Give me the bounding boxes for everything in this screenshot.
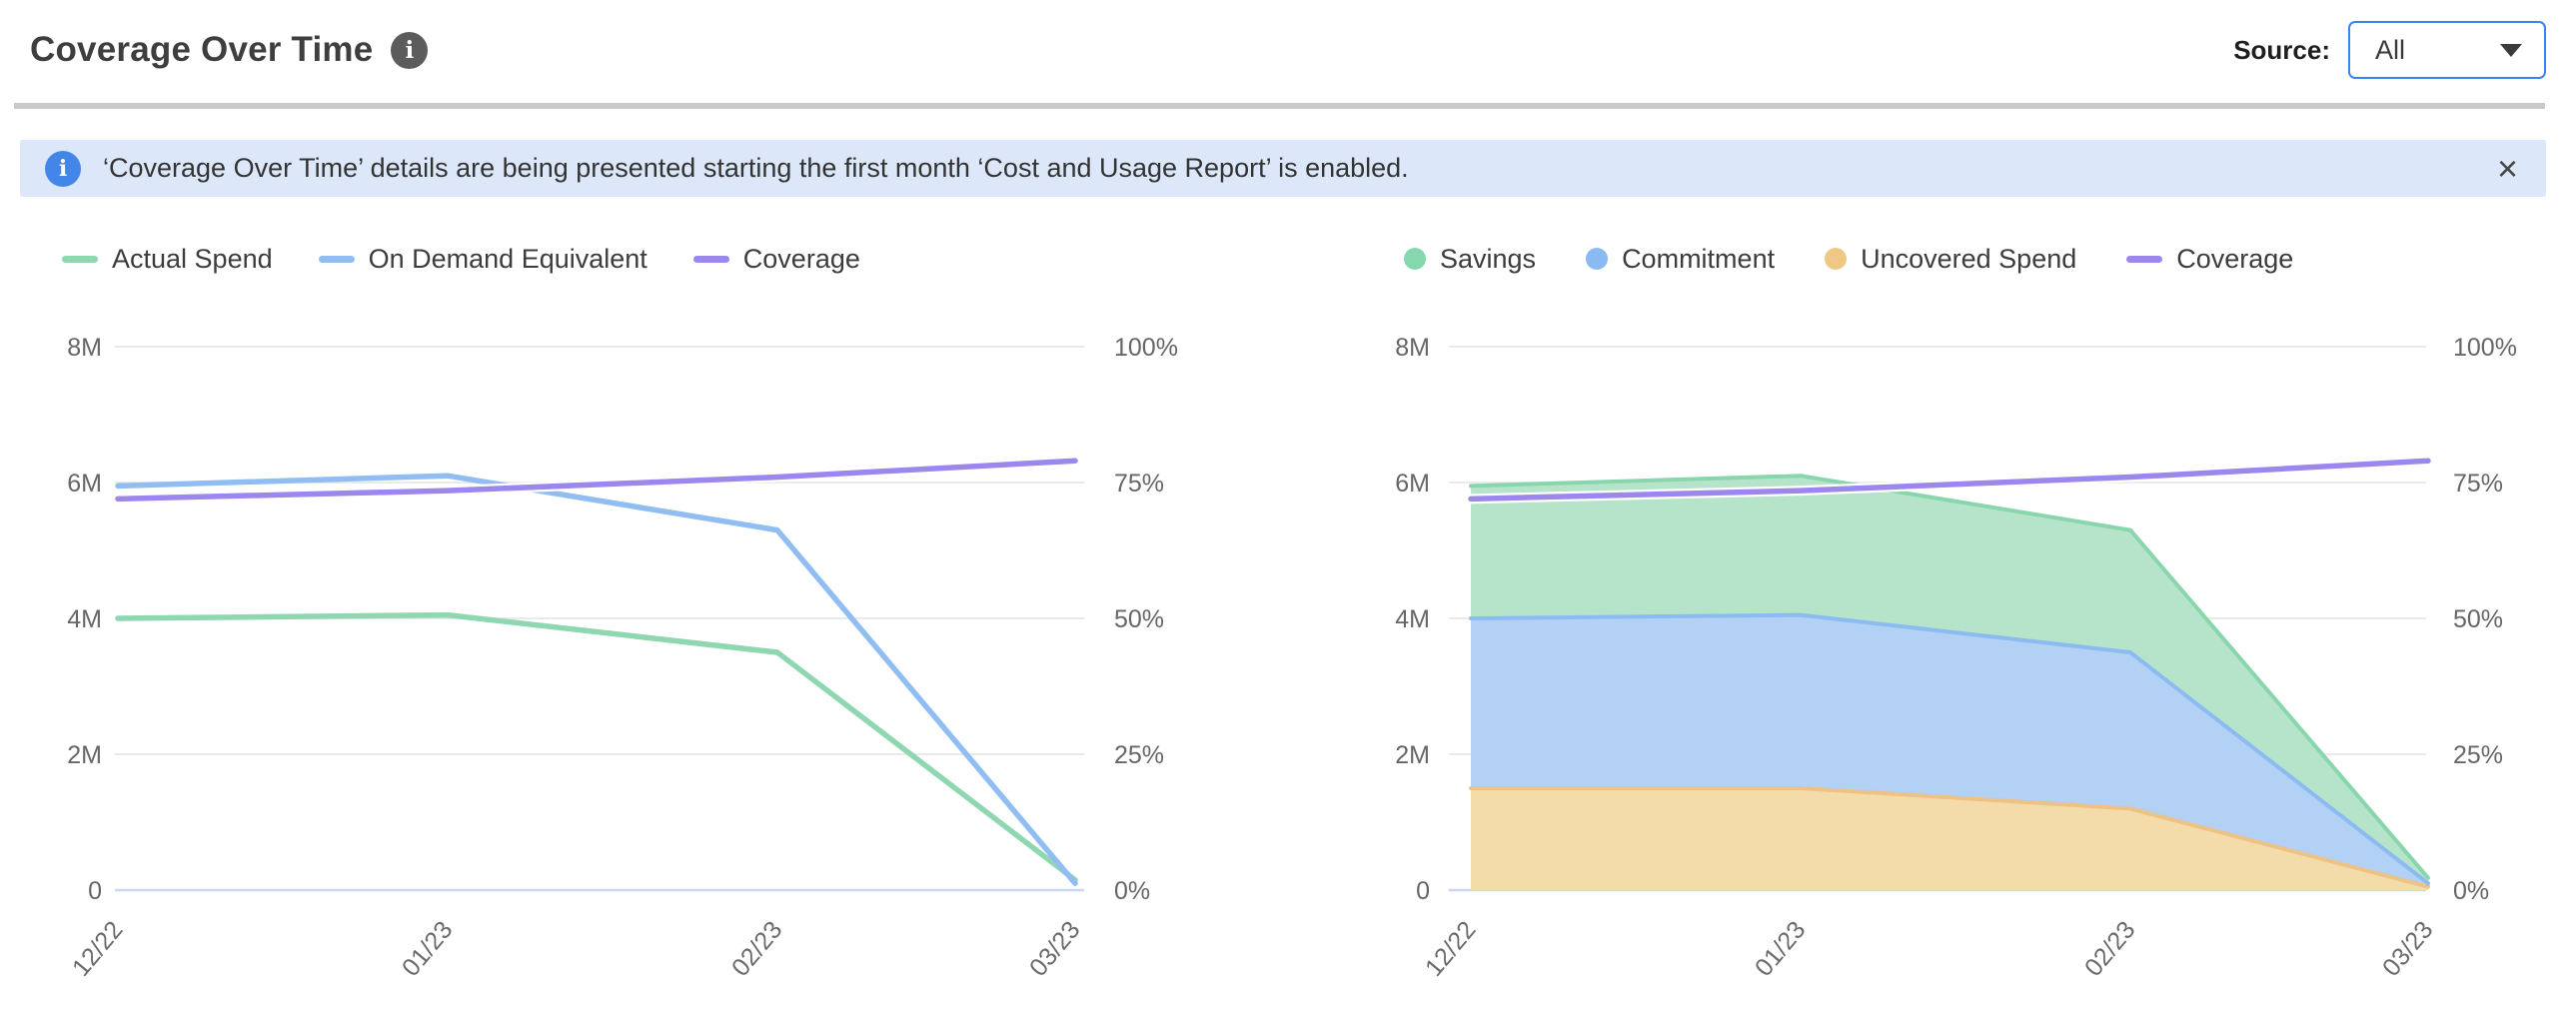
chevron-down-icon bbox=[2500, 44, 2522, 57]
legend-item-coverage[interactable]: Coverage bbox=[693, 244, 860, 275]
banner-close-button[interactable]: × bbox=[2497, 151, 2518, 187]
legend-label: Savings bbox=[1440, 244, 1536, 275]
coverage-area-chart[interactable]: 8M 100% 6M 75% 4M 50% 2M 25% 0 0% 12/22 01/23 02/23 0… bbox=[1374, 320, 2576, 1015]
source-dropdown[interactable]: All bbox=[2348, 21, 2546, 79]
title-group: Coverage Over Time i bbox=[30, 30, 428, 70]
x-axis-tick: 03/23 bbox=[2377, 916, 2439, 982]
x-axis-tick: 02/23 bbox=[2079, 916, 2141, 982]
coverage-area-chart-panel: Savings Commitment Uncovered Spend Coverage… bbox=[1374, 240, 2576, 278]
source-control: Source: All bbox=[2233, 21, 2546, 79]
legend-item-coverage[interactable]: Coverage bbox=[2126, 244, 2293, 275]
legend-item-uncovered-spend[interactable]: Uncovered Spend bbox=[1825, 244, 2076, 275]
y-axis-right-tick: 25% bbox=[2453, 741, 2503, 769]
y-axis-left-tick: 8M bbox=[67, 334, 102, 362]
header-divider bbox=[14, 103, 2545, 109]
spend-chart-legend: Actual Spend On Demand Equivalent Coverage bbox=[62, 240, 1249, 278]
savings-swatch-icon bbox=[1404, 248, 1426, 270]
y-axis-right-tick: 100% bbox=[2453, 334, 2517, 362]
legend-label: Commitment bbox=[1622, 244, 1775, 275]
y-axis-left-tick: 4M bbox=[1395, 605, 1430, 633]
y-axis-right-tick: 100% bbox=[1114, 334, 1178, 362]
y-axis-left-tick: 2M bbox=[1395, 741, 1430, 769]
x-axis-tick: 02/23 bbox=[726, 916, 788, 982]
x-axis-tick: 03/23 bbox=[1024, 916, 1086, 982]
legend-item-commitment[interactable]: Commitment bbox=[1586, 244, 1775, 275]
y-axis-right-tick: 0% bbox=[1114, 877, 1150, 905]
title-info-icon[interactable]: i bbox=[391, 32, 428, 69]
banner-text: ‘Coverage Over Time’ details are being p… bbox=[103, 153, 1409, 184]
x-axis-labels: 12/22 01/23 02/23 03/23 bbox=[67, 916, 1086, 982]
legend-label: On Demand Equivalent bbox=[369, 244, 647, 275]
uncovered-spend-swatch-icon bbox=[1825, 248, 1847, 270]
on-demand-equivalent-swatch-icon bbox=[319, 256, 355, 263]
series-actual-spend bbox=[118, 615, 1075, 880]
coverage-over-time-widget: { "header": { "title": "Coverage Over Ti… bbox=[0, 0, 2576, 1015]
x-axis-tick: 12/22 bbox=[1420, 916, 1482, 982]
y-axis-right-tick: 75% bbox=[2453, 470, 2503, 498]
source-label: Source: bbox=[2233, 35, 2330, 66]
charts-row: Actual Spend On Demand Equivalent Coverage… bbox=[0, 240, 2576, 1015]
banner-info-icon: i bbox=[45, 151, 81, 187]
coverage-chart-legend: Savings Commitment Uncovered Spend Coverage bbox=[1404, 240, 2576, 278]
y-axis-left-tick: 4M bbox=[67, 605, 102, 633]
y-axis-right-tick: 25% bbox=[1114, 741, 1164, 769]
y-axis-left-tick: 0 bbox=[88, 877, 102, 905]
y-axis-right-tick: 75% bbox=[1114, 470, 1164, 498]
spend-line-chart-panel: Actual Spend On Demand Equivalent Coverage… bbox=[30, 240, 1249, 278]
legend-label: Uncovered Spend bbox=[1861, 244, 2076, 275]
coverage-swatch-icon bbox=[2126, 256, 2162, 263]
x-axis-labels: 12/22 01/23 02/23 03/23 bbox=[1420, 916, 2439, 982]
commitment-swatch-icon bbox=[1586, 248, 1608, 270]
y-axis-left-tick: 6M bbox=[67, 470, 102, 498]
y-axis-left-tick: 8M bbox=[1395, 334, 1430, 362]
y-axis-right-tick: 50% bbox=[2453, 605, 2503, 633]
spend-line-chart[interactable]: 8M 100% 6M 75% 4M 50% 2M 25% 0 0% 12/22 01/23 02/23 0… bbox=[30, 320, 1219, 1015]
series-on-demand-equivalent bbox=[118, 476, 1075, 883]
x-axis-tick: 01/23 bbox=[397, 916, 459, 982]
widget-header: Coverage Over Time i Source: All bbox=[0, 0, 2576, 100]
info-banner: i ‘Coverage Over Time’ details are being… bbox=[20, 140, 2546, 197]
legend-label: Actual Spend bbox=[112, 244, 273, 275]
source-dropdown-value: All bbox=[2375, 35, 2405, 66]
legend-item-actual-spend[interactable]: Actual Spend bbox=[62, 244, 273, 275]
actual-spend-swatch-icon bbox=[62, 256, 98, 263]
coverage-swatch-icon bbox=[693, 256, 729, 263]
legend-item-on-demand-equivalent[interactable]: On Demand Equivalent bbox=[319, 244, 647, 275]
y-axis-left-tick: 2M bbox=[67, 741, 102, 769]
x-axis-tick: 01/23 bbox=[1750, 916, 1812, 982]
legend-label: Coverage bbox=[743, 244, 860, 275]
y-axis-right-tick: 50% bbox=[1114, 605, 1164, 633]
legend-label: Coverage bbox=[2176, 244, 2293, 275]
y-axis-left-tick: 0 bbox=[1416, 877, 1430, 905]
y-axis-right-tick: 0% bbox=[2453, 877, 2489, 905]
legend-item-savings[interactable]: Savings bbox=[1404, 244, 1536, 275]
close-icon: × bbox=[2497, 148, 2518, 189]
x-axis-tick: 12/22 bbox=[67, 916, 129, 982]
page-title: Coverage Over Time bbox=[30, 30, 373, 70]
y-axis-left-tick: 6M bbox=[1395, 470, 1430, 498]
